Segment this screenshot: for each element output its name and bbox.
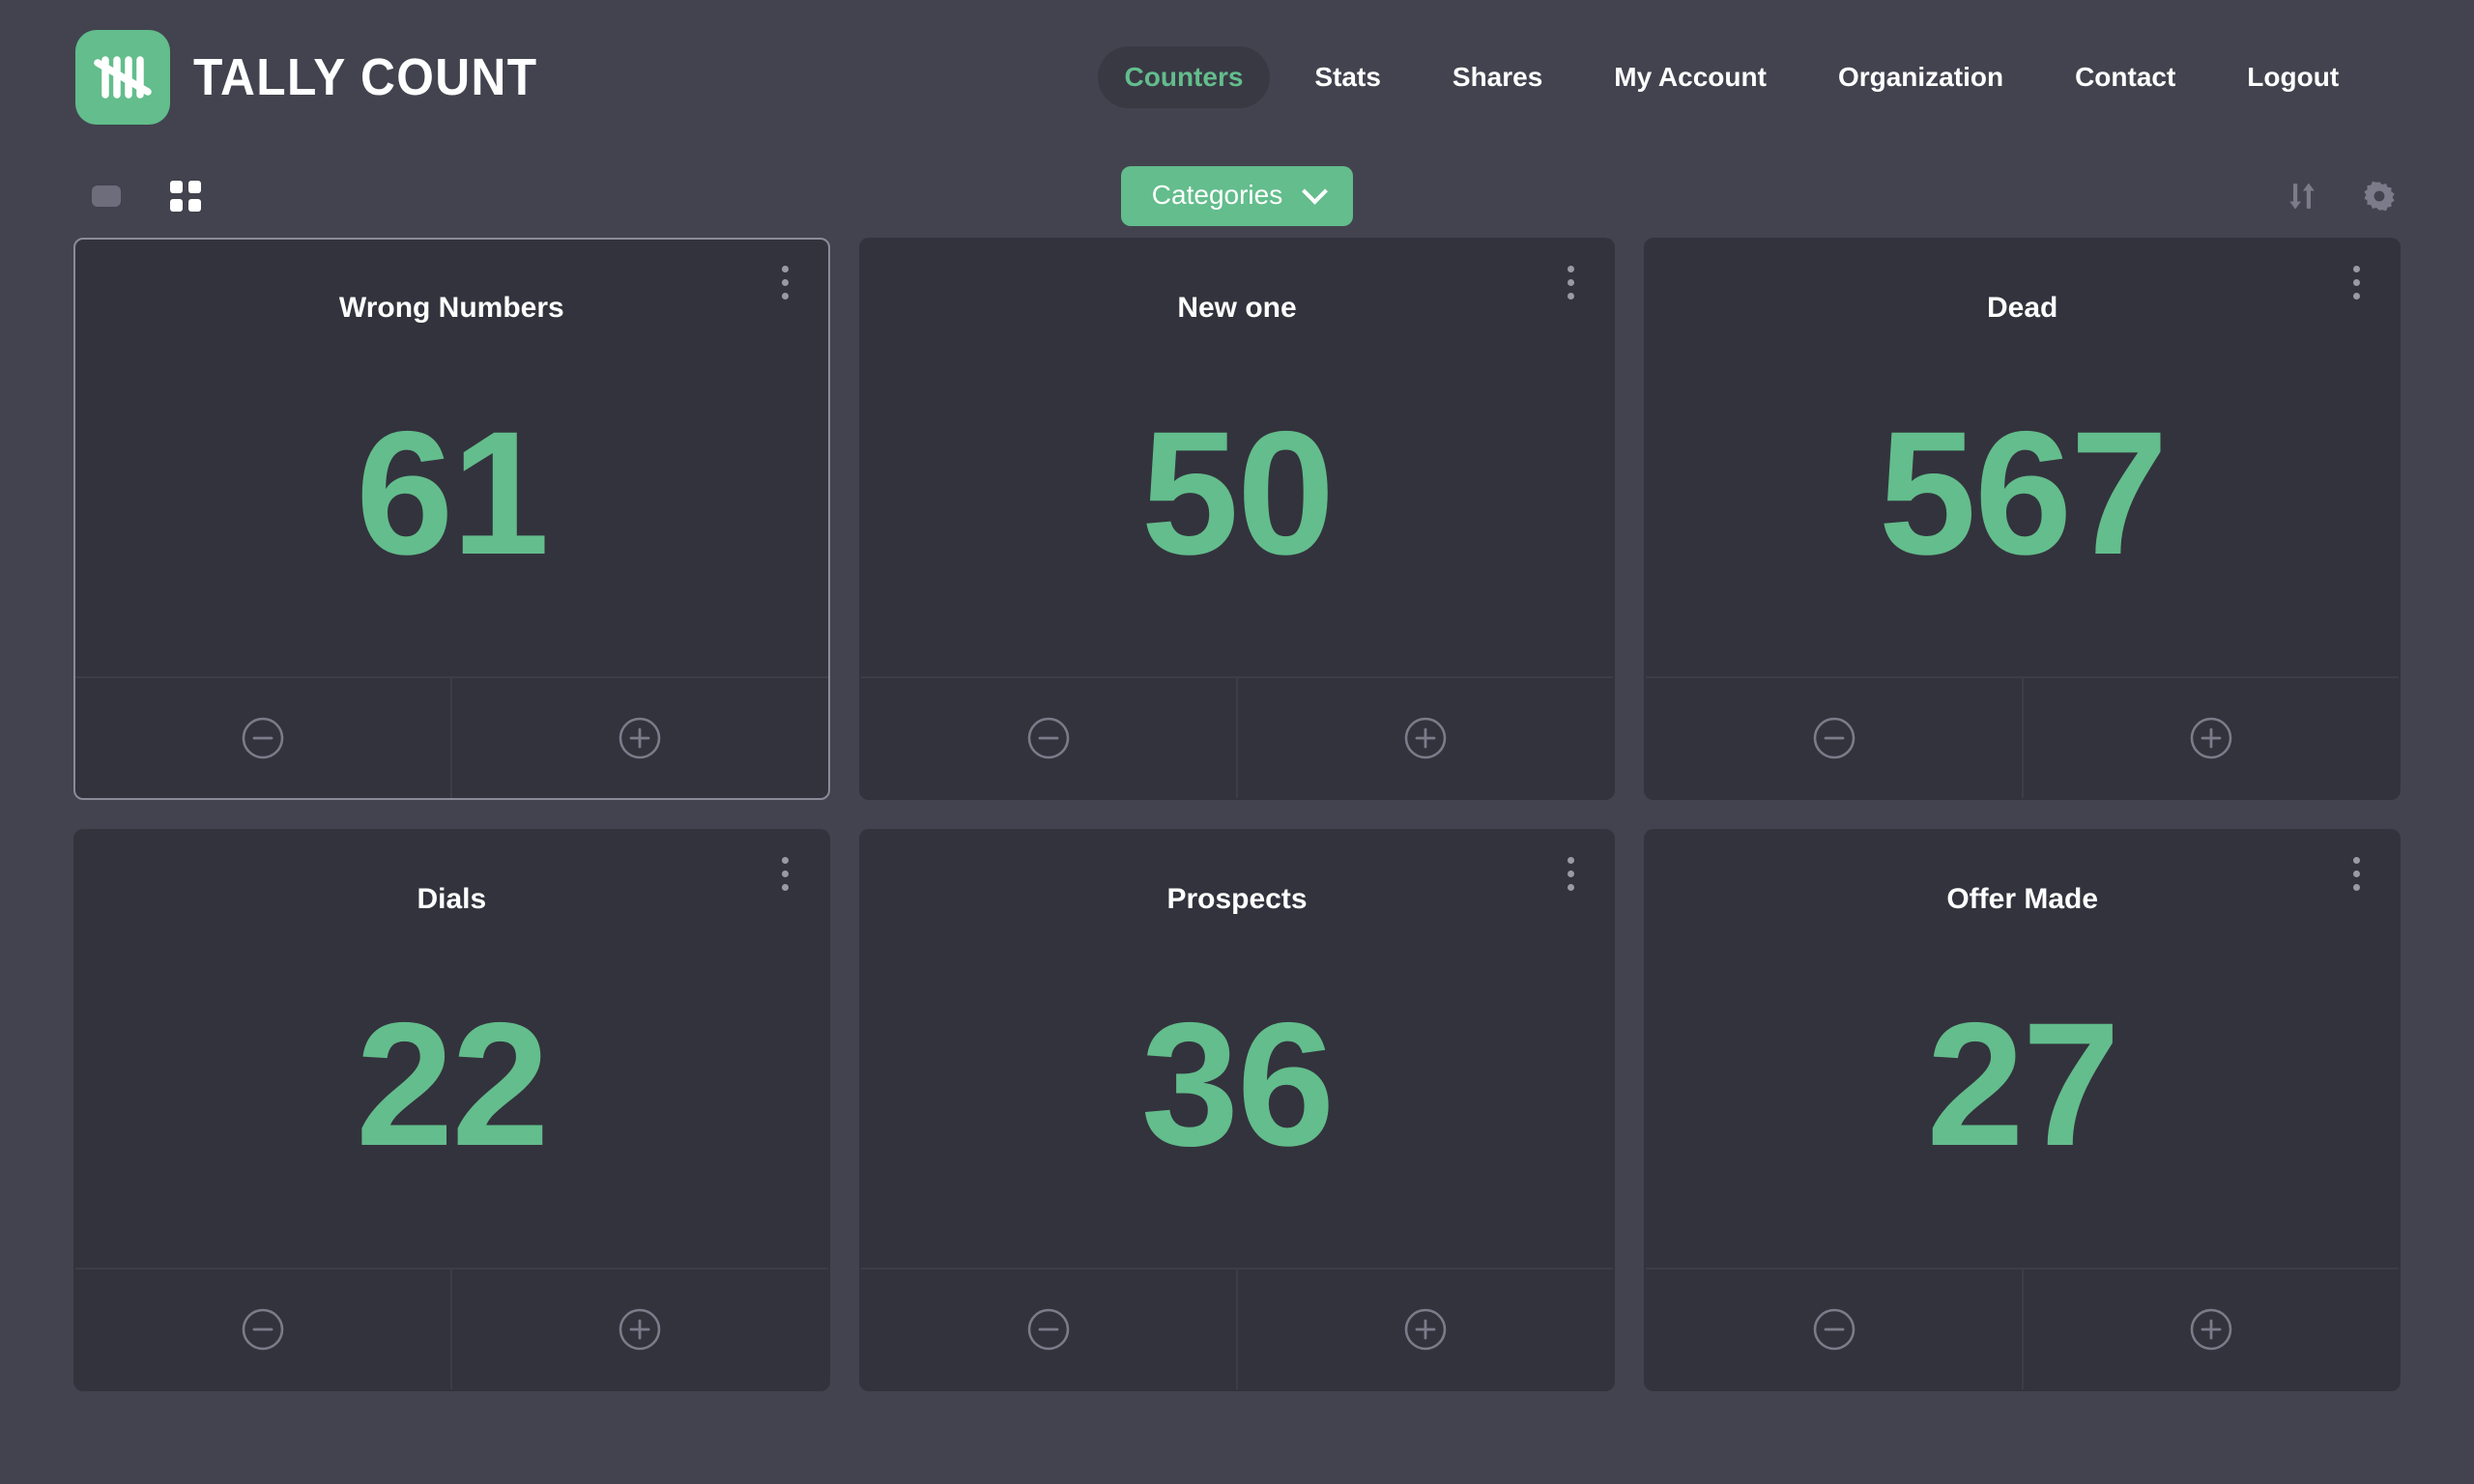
gear-icon: [2362, 179, 2397, 214]
counter-value: 36: [1141, 914, 1333, 1268]
plus-circle-icon: [2189, 1307, 2233, 1352]
counter-value: 567: [1879, 323, 2167, 676]
tally-marks-icon: [75, 30, 170, 125]
kebab-menu-icon[interactable]: [2339, 261, 2373, 303]
increment-button[interactable]: [450, 678, 827, 798]
counter-card-dials[interactable]: Dials 22: [73, 829, 830, 1391]
counter-card-new-one[interactable]: New one 50: [859, 238, 1616, 800]
minus-circle-icon: [1812, 716, 1856, 760]
counter-value: 27: [1926, 914, 2117, 1268]
counter-title: Dials: [359, 885, 544, 914]
brand-name: TALLY COUNT: [193, 51, 538, 103]
plus-circle-icon: [1403, 1307, 1448, 1352]
counter-card-body: Dead 567: [1646, 240, 2399, 676]
plus-circle-icon: [618, 1307, 662, 1352]
board-toolbar: Categories: [0, 155, 2474, 238]
counter-value: 61: [356, 323, 547, 676]
increment-button[interactable]: [2022, 678, 2399, 798]
single-view-button[interactable]: [87, 177, 126, 215]
plus-circle-icon: [1403, 716, 1448, 760]
counter-card-body: Prospects 36: [861, 831, 1614, 1268]
plus-circle-icon: [618, 716, 662, 760]
decrement-button[interactable]: [1646, 678, 2021, 798]
counter-card-wrong-numbers[interactable]: Wrong Numbers 61: [73, 238, 830, 800]
sort-button[interactable]: [2281, 175, 2323, 217]
increment-button[interactable]: [450, 1270, 827, 1389]
grid-view-button[interactable]: [166, 177, 205, 215]
minus-circle-icon: [1026, 1307, 1071, 1352]
counter-actions: [1646, 676, 2399, 798]
counter-title: New one: [1119, 294, 1354, 323]
counter-card-body: Wrong Numbers 61: [75, 240, 828, 676]
plus-circle-icon: [2189, 716, 2233, 760]
chevron-down-icon: [1302, 178, 1328, 204]
toolbar-actions: [2281, 175, 2401, 217]
grid-view-icon: [170, 181, 201, 212]
categories-container: Categories: [0, 166, 2474, 226]
decrement-button[interactable]: [75, 678, 450, 798]
view-toggle-group: [87, 177, 205, 215]
counter-card-dead[interactable]: Dead 567: [1644, 238, 2401, 800]
increment-button[interactable]: [2022, 1270, 2399, 1389]
counter-card-body: New one 50: [861, 240, 1614, 676]
nav-item-my-account[interactable]: My Account: [1587, 46, 1794, 108]
nav-item-contact[interactable]: Contact: [2048, 46, 2202, 108]
counter-actions: [861, 1268, 1614, 1389]
minus-circle-icon: [241, 1307, 285, 1352]
nav-item-logout[interactable]: Logout: [2220, 46, 2366, 108]
counter-title: Wrong Numbers: [281, 294, 622, 323]
kebab-menu-icon[interactable]: [2339, 852, 2373, 895]
counter-card-offer-made[interactable]: Offer Made 27: [1644, 829, 2401, 1391]
increment-button[interactable]: [1236, 1270, 1613, 1389]
categories-label: Categories: [1152, 182, 1282, 209]
categories-button[interactable]: Categories: [1121, 166, 1353, 226]
counter-title: Dead: [1929, 294, 2115, 323]
counter-actions: [75, 1268, 828, 1389]
nav-item-stats[interactable]: Stats: [1287, 46, 1407, 108]
brand[interactable]: TALLY COUNT: [75, 30, 568, 125]
kebab-menu-icon[interactable]: [768, 852, 803, 895]
kebab-menu-icon[interactable]: [1553, 852, 1588, 895]
counter-grid: Wrong Numbers 61 New one 5: [0, 238, 2474, 1391]
nav-item-organization[interactable]: Organization: [1811, 46, 2030, 108]
settings-button[interactable]: [2358, 175, 2401, 217]
kebab-menu-icon[interactable]: [1553, 261, 1588, 303]
nav-item-shares[interactable]: Shares: [1425, 46, 1569, 108]
counter-actions: [861, 676, 1614, 798]
counter-card-body: Dials 22: [75, 831, 828, 1268]
counter-actions: [75, 676, 828, 798]
counter-title: Offer Made: [1888, 885, 2156, 914]
counter-actions: [1646, 1268, 2399, 1389]
main-nav: Counters Stats Shares My Account Organiz…: [1098, 46, 2367, 108]
app-header: TALLY COUNT Counters Stats Shares My Acc…: [0, 0, 2474, 155]
kebab-menu-icon[interactable]: [768, 261, 803, 303]
decrement-button[interactable]: [1646, 1270, 2021, 1389]
counter-card-body: Offer Made 27: [1646, 831, 2399, 1268]
increment-button[interactable]: [1236, 678, 1613, 798]
single-view-icon: [92, 186, 121, 207]
counter-value: 22: [356, 914, 547, 1268]
decrement-button[interactable]: [861, 1270, 1236, 1389]
sort-icon: [2286, 180, 2318, 213]
counter-card-prospects[interactable]: Prospects 36: [859, 829, 1616, 1391]
minus-circle-icon: [1026, 716, 1071, 760]
nav-item-counters[interactable]: Counters: [1098, 46, 1271, 108]
counter-title: Prospects: [1108, 885, 1365, 914]
minus-circle-icon: [241, 716, 285, 760]
decrement-button[interactable]: [861, 678, 1236, 798]
minus-circle-icon: [1812, 1307, 1856, 1352]
decrement-button[interactable]: [75, 1270, 450, 1389]
counter-value: 50: [1141, 323, 1333, 676]
